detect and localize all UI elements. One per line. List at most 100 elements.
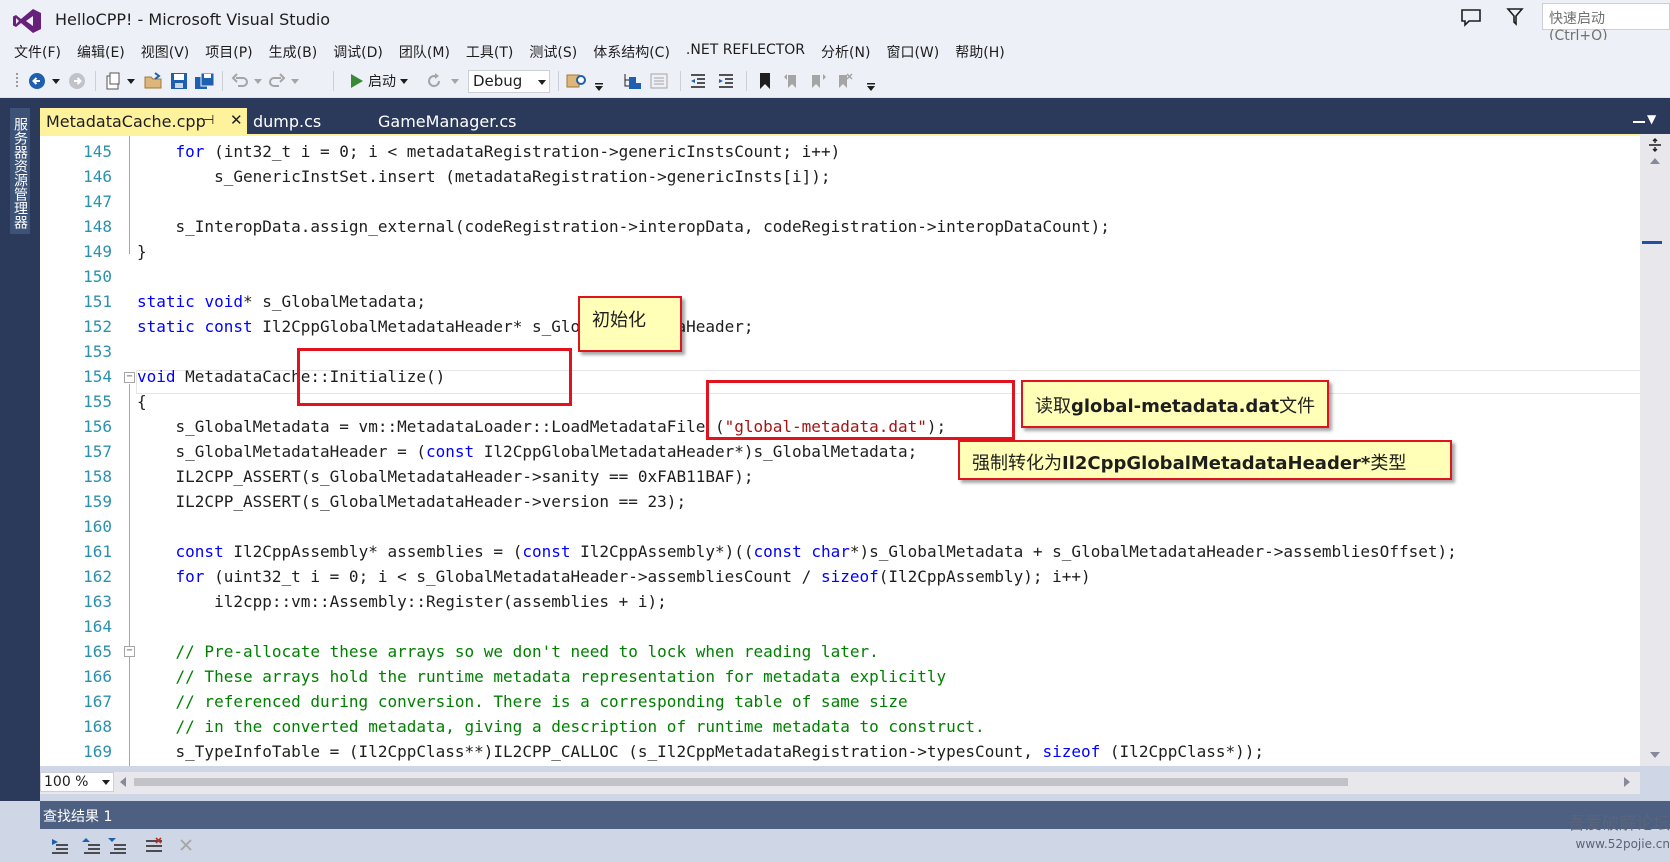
solution-explorer-icon[interactable] — [622, 72, 644, 90]
menu-analyze[interactable]: 分析(N) — [813, 40, 878, 64]
annotation-text: 初始化 — [592, 310, 646, 331]
tab-gamemanager-cs[interactable]: GameManager.cs — [370, 108, 560, 135]
collapse-icon[interactable]: − — [124, 646, 135, 657]
highlight-box-initialize — [297, 348, 572, 406]
configuration-value: Debug — [473, 72, 523, 90]
open-folder-icon[interactable] — [144, 72, 164, 90]
feedback-icon[interactable] — [1460, 8, 1482, 28]
toolbar-overflow-icon[interactable] — [866, 78, 876, 96]
next-bookmark-icon[interactable] — [808, 72, 828, 90]
chevron-down-icon[interactable] — [290, 72, 300, 90]
annotation-typename: Il2CppGlobalMetadataHeader* — [1062, 453, 1371, 474]
vertical-scrollbar[interactable] — [1640, 134, 1670, 766]
line-number: 149 — [83, 242, 112, 261]
line-number: 163 — [83, 592, 112, 611]
toolbar-grip[interactable] — [14, 72, 22, 90]
side-tool-strip: 服务器资源管理器 — [0, 98, 40, 801]
code-line: s_InteropData.assign_external(codeRegist… — [137, 217, 1110, 236]
chevron-down-icon[interactable]: ▼ — [1647, 112, 1656, 126]
line-number: 146 — [83, 167, 112, 186]
start-debugging-button[interactable]: 启动 — [350, 70, 408, 92]
menu-help[interactable]: 帮助(H) — [947, 40, 1012, 64]
chevron-down-icon[interactable] — [51, 72, 61, 90]
watermark-url: www.52pojie.cn — [1575, 837, 1670, 851]
quick-launch-input[interactable]: 快速启动 (Ctrl+Q) — [1542, 3, 1670, 44]
save-all-icon[interactable] — [194, 72, 216, 90]
code-line: for (uint32_t i = 0; i < s_GlobalMetadat… — [175, 567, 1091, 586]
clear-bookmarks-icon[interactable] — [834, 72, 854, 90]
annotation-cast-type: 强制转化为Il2CppGlobalMetadataHeader*类型 — [958, 440, 1452, 480]
server-explorer-tab[interactable]: 服务器资源管理器 — [10, 108, 30, 234]
line-number: 156 — [83, 417, 112, 436]
decrease-indent-icon[interactable] — [688, 72, 708, 90]
scroll-position-marker — [1642, 241, 1662, 244]
code-line: const Il2CppAssembly* assemblies = (cons… — [175, 542, 1457, 561]
undo-icon[interactable] — [230, 72, 250, 90]
previous-result-icon[interactable] — [82, 837, 102, 855]
navigate-forward-icon[interactable] — [67, 72, 87, 90]
menu-test[interactable]: 测试(S) — [521, 40, 585, 64]
stop-find-icon[interactable] — [178, 837, 194, 853]
chevron-down-icon[interactable] — [253, 72, 263, 90]
menu-project[interactable]: 项目(P) — [197, 40, 260, 64]
next-result-icon[interactable] — [108, 837, 128, 855]
split-window-icon[interactable] — [1648, 138, 1662, 152]
menu-debug[interactable]: 调试(D) — [325, 40, 391, 64]
navigate-back-icon[interactable] — [27, 72, 47, 90]
code-line: IL2CPP_ASSERT(s_GlobalMetadataHeader->ve… — [137, 492, 687, 511]
toolbar-overflow-icon[interactable] — [594, 78, 604, 96]
save-icon[interactable] — [169, 72, 189, 90]
scroll-right-icon[interactable] — [1624, 777, 1630, 787]
menu-net-reflector[interactable]: .NET REFLECTOR — [678, 40, 813, 64]
line-number: 151 — [83, 292, 112, 311]
find-in-files-icon[interactable] — [566, 72, 588, 90]
line-number: 161 — [83, 542, 112, 561]
clear-all-icon[interactable] — [144, 837, 164, 855]
solution-configuration-select[interactable]: Debug — [468, 70, 550, 93]
properties-icon[interactable] — [648, 72, 670, 90]
tab-metadatacache-cpp[interactable]: MetadataCache.cpp — [40, 108, 247, 135]
line-number: 162 — [83, 567, 112, 586]
redo-icon[interactable] — [267, 72, 287, 90]
previous-bookmark-icon[interactable] — [782, 72, 802, 90]
editor-bottom-bar: 100 % — [40, 772, 1640, 794]
scroll-left-icon[interactable] — [120, 777, 126, 787]
menu-tools[interactable]: 工具(T) — [458, 40, 521, 64]
collapse-icon[interactable]: − — [124, 372, 135, 383]
annotation-text: 读取 — [1035, 396, 1071, 417]
code-line: IL2CPP_ASSERT(s_GlobalMetadataHeader->sa… — [137, 467, 754, 486]
chevron-down-icon — [538, 80, 546, 85]
annotation-filename: global-metadata.dat — [1071, 396, 1280, 417]
code-line: static void* s_GlobalMetadata; — [137, 292, 426, 311]
find-results-panel: 查找结果 1 — [40, 801, 1670, 862]
menu-architecture[interactable]: 体系结构(C) — [585, 40, 678, 64]
menu-edit[interactable]: 编辑(E) — [69, 40, 133, 64]
code-line: { — [137, 392, 147, 411]
refresh-icon[interactable] — [424, 72, 444, 90]
chevron-down-icon[interactable] — [126, 72, 136, 90]
zoom-level-select[interactable]: 100 % — [40, 772, 114, 792]
toolbar-separator — [680, 71, 681, 91]
filter-icon[interactable] — [1506, 7, 1524, 27]
menu-view[interactable]: 视图(V) — [133, 40, 198, 64]
menu-window[interactable]: 窗口(W) — [878, 40, 947, 64]
increase-indent-icon[interactable] — [716, 72, 736, 90]
bookmark-icon[interactable] — [756, 72, 774, 90]
chevron-down-icon[interactable] — [450, 72, 460, 90]
menu-build[interactable]: 生成(B) — [261, 40, 326, 64]
tab-dump-cs[interactable]: dump.cs — [247, 108, 367, 135]
chevron-down-icon[interactable] — [400, 78, 408, 84]
annotation-initialize: 初始化 — [578, 296, 682, 352]
scroll-up-icon[interactable] — [1650, 158, 1660, 164]
line-number: 148 — [83, 217, 112, 236]
menu-file[interactable]: 文件(F) — [6, 40, 69, 64]
close-icon[interactable]: ✕ — [230, 111, 243, 129]
horizontal-scroll-thumb[interactable] — [134, 778, 1348, 786]
pin-icon[interactable]: ⊣ — [203, 113, 214, 128]
menu-team[interactable]: 团队(M) — [391, 40, 458, 64]
highlight-box-load-metadata — [706, 380, 1015, 440]
go-to-location-icon[interactable] — [50, 837, 70, 855]
scroll-down-icon[interactable] — [1650, 752, 1660, 758]
new-project-icon[interactable] — [103, 72, 123, 90]
find-results-title[interactable]: 查找结果 1 — [40, 801, 1670, 829]
